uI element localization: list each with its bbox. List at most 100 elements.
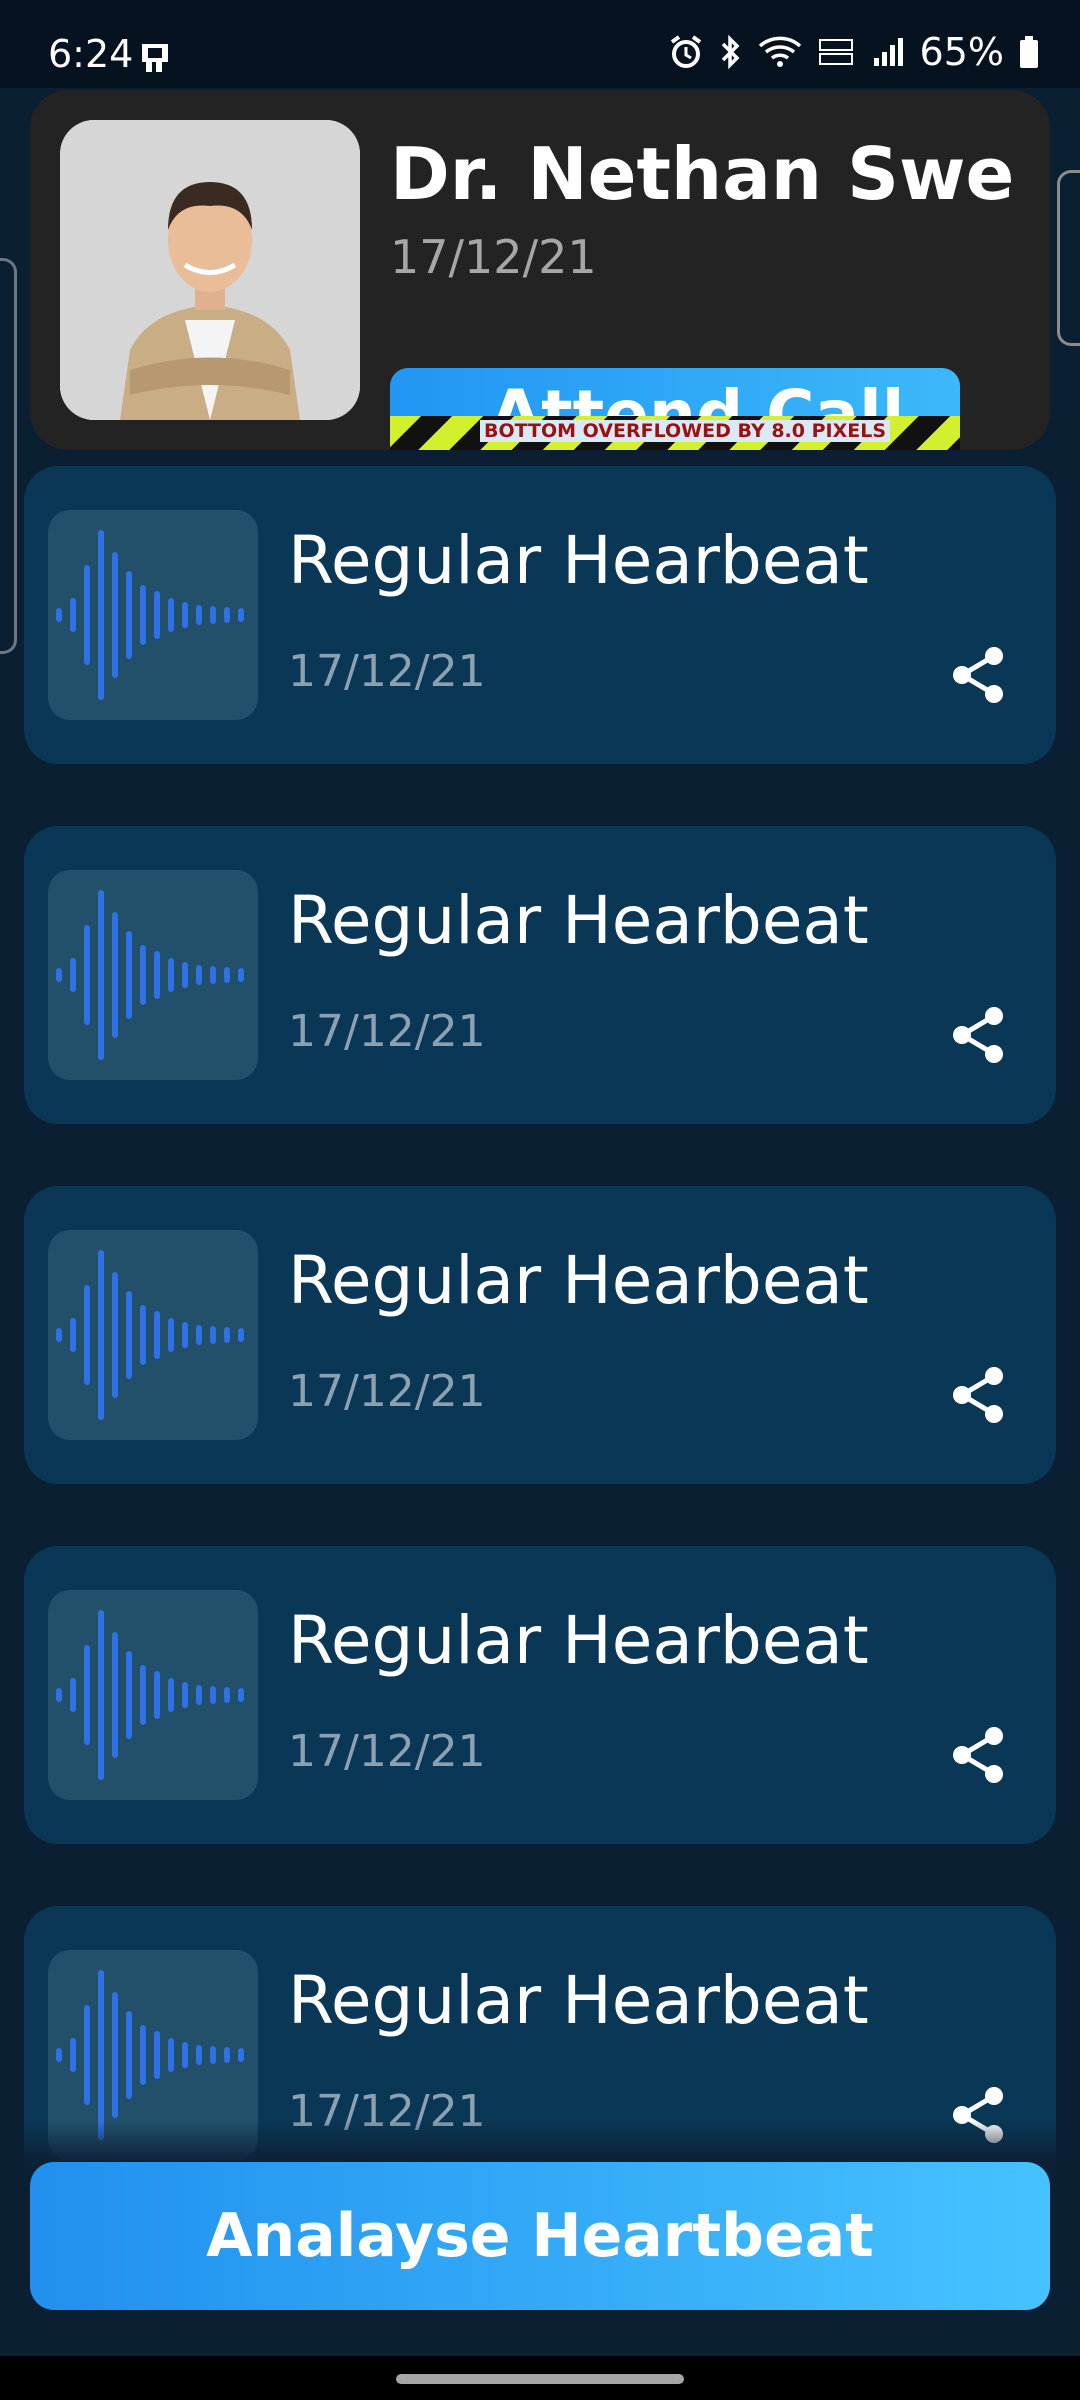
waveform-bar — [168, 598, 174, 632]
waveform-bar — [238, 608, 244, 622]
share-icon[interactable] — [948, 1724, 1010, 1786]
doctor-photo — [60, 120, 360, 420]
waveform-bar — [140, 2025, 146, 2085]
waveform-bar — [70, 1678, 76, 1712]
waveform-bar — [112, 1992, 118, 2118]
waveform-bar — [210, 966, 216, 984]
call-date: 17/12/21 — [390, 230, 597, 284]
waveform-bar — [56, 968, 62, 982]
waveform-bar — [224, 1687, 230, 1703]
waveform-bar — [238, 1328, 244, 1342]
waveform-bar — [84, 2005, 90, 2105]
signal-icon — [873, 38, 903, 66]
waveform-bar — [224, 607, 230, 623]
waveform-bar — [140, 585, 146, 645]
edge-bracket-right — [1057, 170, 1080, 346]
waveform-bar — [168, 1678, 174, 1712]
waveform-bar — [182, 1322, 188, 1348]
waveform-bar — [238, 1688, 244, 1702]
waveform-bar — [154, 951, 160, 999]
waveform-bar — [84, 565, 90, 665]
waveform-bar — [196, 605, 202, 625]
waveform-bar — [154, 591, 160, 639]
waveform-graphic — [56, 890, 244, 1060]
waveform-bar — [84, 925, 90, 1025]
waveform-bar — [56, 1688, 62, 1702]
recording-card[interactable]: Regular Hearbeat 17/12/21 — [24, 826, 1056, 1124]
waveform-bar — [154, 2031, 160, 2079]
waveform-bar — [70, 598, 76, 632]
waveform-bar — [98, 1970, 104, 2140]
overflow-warning-stripe: BOTTOM OVERFLOWED BY 8.0 PIXELS — [390, 416, 960, 450]
wifi-icon — [758, 36, 801, 67]
waveform-bar — [56, 608, 62, 622]
waveform-bar — [196, 1325, 202, 1345]
waveform-bar — [56, 1328, 62, 1342]
recording-card[interactable]: Regular Hearbeat 17/12/21 — [24, 1546, 1056, 1844]
recording-date: 17/12/21 — [288, 1006, 486, 1057]
waveform-bar — [224, 967, 230, 983]
status-bar: 6:24 65% — [0, 0, 1080, 88]
share-icon[interactable] — [948, 1004, 1010, 1066]
waveform-bar — [168, 1318, 174, 1352]
recording-title: Regular Hearbeat — [288, 1602, 869, 1679]
waveform-bar — [70, 2038, 76, 2072]
waveform-bar — [112, 912, 118, 1038]
waveform-bar — [182, 602, 188, 628]
waveform-bar — [182, 962, 188, 988]
waveform-bar — [210, 1686, 216, 1704]
waveform-bar — [112, 1632, 118, 1758]
home-indicator[interactable] — [396, 2374, 684, 2384]
recording-date: 17/12/21 — [288, 1726, 486, 1777]
waveform-icon — [48, 1590, 258, 1800]
overflow-warning-text: BOTTOM OVERFLOWED BY 8.0 PIXELS — [480, 420, 891, 442]
waveform-bar — [126, 2011, 132, 2099]
waveform-bar — [84, 1285, 90, 1385]
incoming-call-card: Dr. Nethan Swe 17/12/21 Attend Call BOTT… — [30, 90, 1050, 450]
waveform-bar — [210, 1326, 216, 1344]
waveform-bar — [196, 1685, 202, 1705]
doctor-avatar — [60, 120, 360, 420]
doctor-name: Dr. Nethan Swe — [390, 132, 1015, 216]
analyse-heartbeat-button[interactable]: Analayse Heartbeat — [30, 2162, 1050, 2310]
waveform-bar — [56, 2048, 62, 2062]
waveform-bar — [168, 958, 174, 992]
waveform-bar — [182, 2042, 188, 2068]
waveform-bar — [154, 1671, 160, 1719]
share-icon[interactable] — [948, 644, 1010, 706]
waveform-bar — [168, 2038, 174, 2072]
waveform-bar — [140, 1305, 146, 1365]
recording-date: 17/12/21 — [288, 1366, 486, 1417]
recording-title: Regular Hearbeat — [288, 882, 869, 959]
recording-card[interactable]: Regular Hearbeat 17/12/21 — [24, 1186, 1056, 1484]
status-icons: 65% — [668, 30, 1040, 74]
waveform-bar — [98, 1610, 104, 1780]
waveform-graphic — [56, 530, 244, 700]
waveform-bar — [238, 968, 244, 982]
recording-card[interactable]: Regular Hearbeat 17/12/21 — [24, 466, 1056, 764]
waveform-bar — [70, 958, 76, 992]
battery-percent: 65% — [919, 30, 1004, 74]
alarm-icon — [670, 35, 701, 68]
waveform-bar — [98, 1250, 104, 1420]
waveform-icon — [48, 1230, 258, 1440]
waveform-bar — [140, 945, 146, 1005]
waveform-bar — [210, 2046, 216, 2064]
waveform-graphic — [56, 1610, 244, 1780]
volte-icon — [818, 39, 853, 65]
waveform-bar — [112, 1272, 118, 1398]
share-icon[interactable] — [948, 1364, 1010, 1426]
recording-title: Regular Hearbeat — [288, 1242, 869, 1319]
recording-title: Regular Hearbeat — [288, 1962, 869, 2039]
bluetooth-icon — [721, 34, 740, 70]
waveform-bar — [224, 1327, 230, 1343]
waveform-icon — [48, 510, 258, 720]
waveform-bar — [140, 1665, 146, 1725]
waveform-bar — [84, 1645, 90, 1745]
edge-bracket-left — [0, 258, 17, 654]
waveform-bar — [196, 2045, 202, 2065]
waveform-bar — [210, 606, 216, 624]
analyse-heartbeat-label: Analayse Heartbeat — [206, 2201, 874, 2271]
waveform-bar — [70, 1318, 76, 1352]
waveform-bar — [126, 571, 132, 659]
